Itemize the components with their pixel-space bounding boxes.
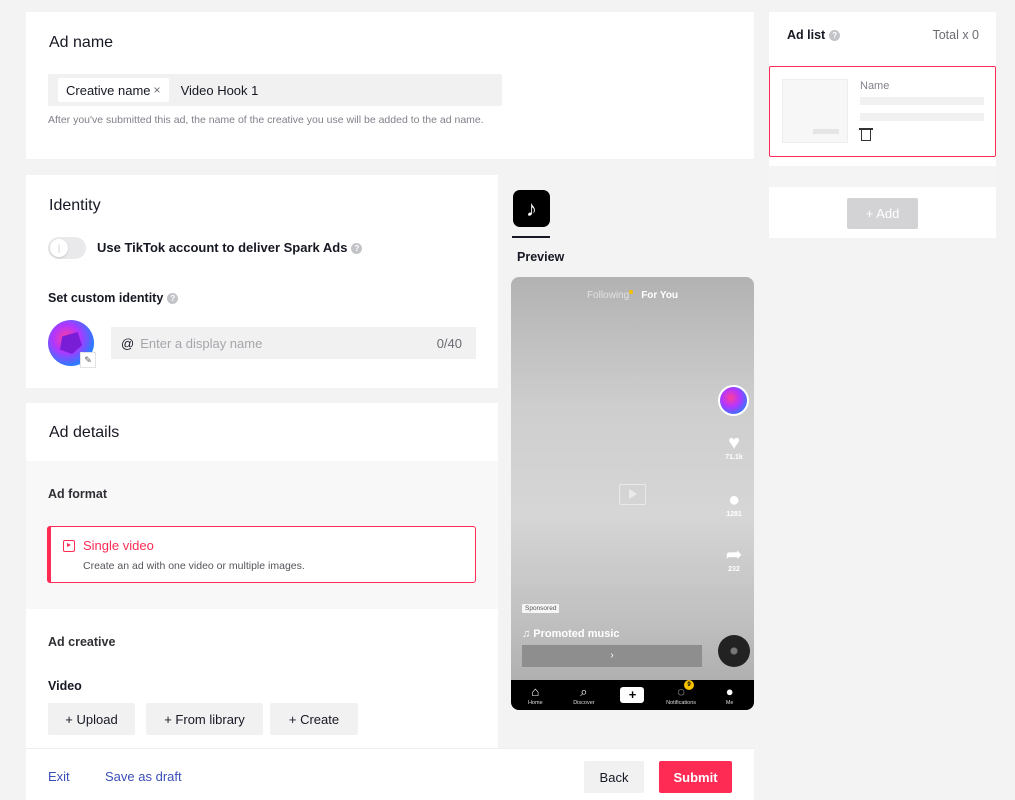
heart-icon: ♥ bbox=[728, 432, 740, 454]
comment-count: 1281 bbox=[726, 511, 742, 518]
single-video-option[interactable]: Single video Create an ad with one video… bbox=[47, 526, 476, 583]
promoted-music: ♫ Promoted music bbox=[522, 628, 620, 640]
share-icon: ➦ bbox=[725, 544, 743, 566]
toggle-knob-icon: | bbox=[50, 239, 68, 257]
identity-section: Identity | Use TikTok account to deliver… bbox=[26, 175, 498, 388]
search-icon: ⌕ bbox=[580, 683, 588, 699]
ad-details-title: Ad details bbox=[49, 424, 120, 441]
help-icon[interactable]: ? bbox=[351, 243, 363, 255]
ad-name-value[interactable]: Video Hook 1 bbox=[181, 83, 259, 98]
share-count: 232 bbox=[728, 566, 740, 573]
ad-name-helper: After you've submitted this ad, the name… bbox=[48, 114, 484, 126]
back-button[interactable]: Back bbox=[584, 761, 644, 793]
ad-list-title: Ad list? bbox=[787, 28, 841, 42]
submit-button[interactable]: Submit bbox=[659, 761, 732, 793]
identity-title: Identity bbox=[49, 197, 101, 214]
ad-format-label: Ad format bbox=[48, 487, 108, 501]
single-video-desc: Create an ad with one video or multiple … bbox=[83, 560, 305, 572]
tiktok-logo-icon[interactable]: ♪ bbox=[513, 190, 550, 227]
trash-icon[interactable] bbox=[859, 128, 873, 141]
sponsored-badge: Sponsored bbox=[522, 604, 560, 613]
preview-avatar bbox=[718, 385, 749, 416]
save-draft-link[interactable]: Save as draft bbox=[105, 769, 182, 784]
comment-icon: ● bbox=[727, 489, 741, 511]
spark-ads-toggle-label: Use TikTok account to deliver Spark Ads? bbox=[97, 240, 363, 255]
create-button[interactable]: + Create bbox=[270, 703, 358, 735]
like-count: 71.1k bbox=[725, 454, 743, 461]
nav-notifications: ◌ 9 Notifications bbox=[666, 679, 697, 706]
video-label: Video bbox=[48, 679, 82, 693]
ad-name-input[interactable]: Creative name × Video Hook 1 bbox=[48, 74, 502, 106]
ad-name-title: Ad name bbox=[49, 34, 114, 51]
exit-link[interactable]: Exit bbox=[48, 769, 70, 784]
name-skeleton bbox=[860, 97, 984, 105]
name-skeleton bbox=[860, 113, 984, 121]
creative-name-tag-label: Creative name bbox=[66, 82, 151, 98]
video-placeholder-icon bbox=[619, 484, 646, 505]
notification-badge: 9 bbox=[684, 679, 695, 690]
footer-bar: Exit Save as draft Back Submit bbox=[26, 748, 754, 800]
preview-label: Preview bbox=[517, 250, 565, 264]
identity-avatar[interactable]: ✎ bbox=[48, 320, 96, 368]
single-video-title: Single video bbox=[63, 538, 154, 553]
tab-for-you: For You bbox=[641, 290, 679, 301]
display-name-field[interactable]: @ 0/40 bbox=[111, 327, 476, 359]
music-disc-icon bbox=[718, 635, 750, 667]
display-name-input[interactable] bbox=[140, 335, 437, 351]
tag-remove-icon[interactable]: × bbox=[154, 83, 161, 97]
custom-identity-label: Set custom identity? bbox=[48, 291, 179, 305]
share-control: ➦ 232 bbox=[721, 544, 747, 573]
ad-creative-label: Ad creative bbox=[48, 635, 116, 649]
phone-preview: Following For You ♥ 71.1k ● 1281 ➦ 232 Sp… bbox=[511, 277, 754, 710]
tab-underline bbox=[512, 236, 550, 238]
help-icon[interactable]: ? bbox=[167, 293, 179, 305]
ad-name-section: Ad name Creative name × Video Hook 1 Aft… bbox=[26, 12, 754, 159]
cta-bar: › bbox=[522, 645, 702, 667]
ad-list-divider bbox=[769, 166, 996, 187]
spark-ads-toggle[interactable]: | bbox=[48, 237, 86, 259]
phone-nav-bar: ⌂ Home ⌕ Discover + ◌ 9 Notifications ● Me bbox=[511, 679, 754, 710]
add-ad-button[interactable]: + Add bbox=[847, 198, 918, 229]
display-name-counter: 0/40 bbox=[436, 335, 462, 351]
tab-following: Following bbox=[586, 290, 630, 301]
plus-icon: + bbox=[620, 687, 645, 703]
creative-name-tag: Creative name × bbox=[58, 78, 169, 102]
nav-create: + bbox=[612, 687, 652, 703]
nav-discover: ⌕ Discover bbox=[573, 683, 595, 706]
feed-tabs: Following For You bbox=[511, 290, 754, 301]
edit-pencil-icon[interactable]: ✎ bbox=[80, 352, 96, 368]
ad-list-total: Total x 0 bbox=[932, 28, 979, 42]
ad-list-panel: Ad list? Total x 0 Name + Add bbox=[769, 12, 996, 238]
at-prefix: @ bbox=[121, 335, 135, 351]
ad-thumbnail bbox=[782, 79, 848, 143]
from-library-button[interactable]: + From library bbox=[146, 703, 263, 735]
nav-me: ● Me bbox=[725, 683, 734, 706]
help-icon[interactable]: ? bbox=[829, 30, 841, 42]
video-icon bbox=[63, 539, 75, 552]
ad-details-section: Ad details Ad format Single video Create… bbox=[26, 403, 498, 748]
nav-home: ⌂ Home bbox=[527, 683, 543, 706]
person-icon: ● bbox=[725, 683, 734, 699]
ad-item-name-label: Name bbox=[860, 80, 890, 92]
upload-button[interactable]: + Upload bbox=[48, 703, 135, 735]
like-control: ♥ 71.1k bbox=[721, 432, 747, 461]
ad-list-item[interactable]: Name bbox=[769, 66, 996, 157]
home-icon: ⌂ bbox=[531, 683, 540, 699]
comment-control: ● 1281 bbox=[721, 489, 747, 518]
